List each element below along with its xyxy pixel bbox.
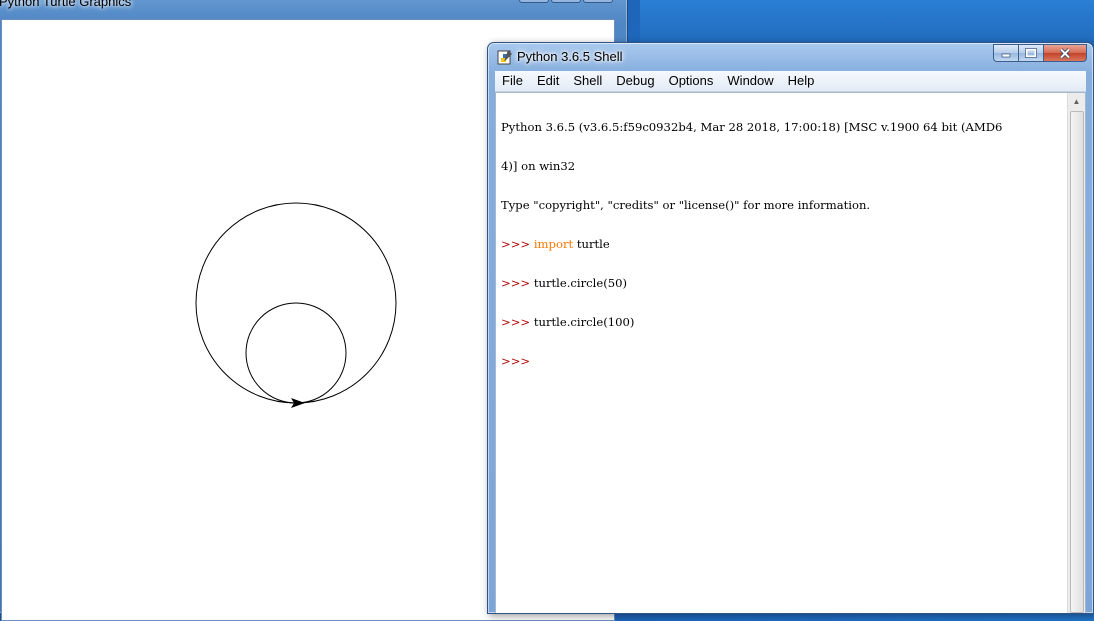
close-button[interactable] (1043, 44, 1087, 62)
prompt: >>> (501, 354, 531, 368)
command-text: turtle.circle(100) (530, 315, 635, 329)
banner-line: Type "copyright", "credits" or "license(… (501, 198, 871, 212)
shell-window-titlebar[interactable]: Python 3.6.5 Shell (488, 43, 1093, 71)
turtle-close-button[interactable] (583, 0, 613, 3)
shell-text-area[interactable]: Python 3.6.5 (v3.6.5:f59c0932b4, Mar 28 … (495, 92, 1086, 613)
scroll-up-arrow-icon[interactable]: ▲ (1068, 93, 1085, 110)
turtle-window-controls (519, 0, 613, 3)
shell-window-title: Python 3.6.5 Shell (517, 49, 623, 64)
menu-window[interactable]: Window (720, 71, 780, 91)
turtle-maximize-button[interactable] (551, 0, 581, 3)
command-text: turtle (573, 237, 610, 251)
python-shell-window[interactable]: Python 3.6.5 Shell File Edit Shell Debug… (487, 42, 1094, 614)
scrollbar-thumb[interactable] (1070, 111, 1084, 613)
turtle-minimize-button[interactable] (519, 0, 549, 3)
minimize-button[interactable] (993, 44, 1019, 62)
menu-edit[interactable]: Edit (530, 71, 566, 91)
banner-line: Python 3.6.5 (v3.6.5:f59c0932b4, Mar 28 … (501, 120, 1003, 134)
vertical-scrollbar[interactable]: ▲ (1067, 93, 1085, 613)
shell-window-controls (993, 44, 1087, 62)
maximize-button[interactable] (1018, 44, 1044, 62)
prompt: >>> (501, 315, 531, 329)
minimize-icon (1001, 53, 1011, 58)
input-line: >>> turtle.circle(100) (501, 316, 1065, 329)
console-output: Python 3.6.5 (v3.6.5:f59c0932b4, Mar 28 … (501, 95, 1065, 394)
maximize-icon (1025, 48, 1037, 58)
menu-shell[interactable]: Shell (566, 71, 609, 91)
menu-file[interactable]: File (495, 71, 530, 91)
menu-help[interactable]: Help (781, 71, 822, 91)
command-text: turtle.circle(50) (530, 276, 628, 290)
menu-debug[interactable]: Debug (609, 71, 661, 91)
turtle-window-titlebar[interactable]: Python Turtle Graphics (0, 0, 627, 17)
menu-bar: File Edit Shell Debug Options Window Hel… (495, 71, 1086, 92)
keyword-import: import (533, 237, 574, 251)
banner-line: 4)] on win32 (501, 159, 576, 173)
input-line: >>> turtle.circle(50) (501, 277, 1065, 290)
close-icon (1059, 47, 1071, 59)
prompt: >>> (501, 276, 531, 290)
prompt: >>> (501, 237, 531, 251)
idle-python-icon (497, 50, 512, 65)
menu-options[interactable]: Options (662, 71, 721, 91)
input-line[interactable]: >>> (501, 355, 1065, 368)
turtle-circle-1 (245, 302, 347, 404)
input-line: >>> import turtle (501, 238, 1065, 251)
turtle-window-title: Python Turtle Graphics (0, 0, 132, 9)
